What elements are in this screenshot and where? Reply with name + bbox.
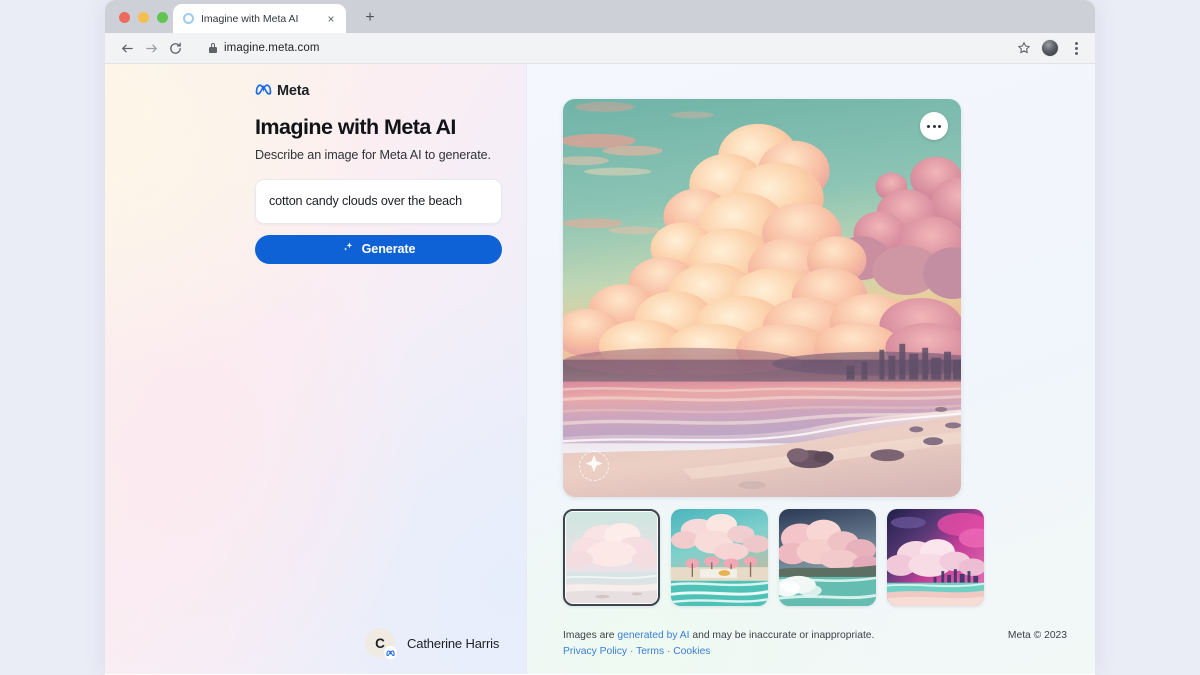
thumbnail-3-artwork bbox=[779, 509, 876, 606]
browser-tabstrip: Imagine with Meta AI × + bbox=[105, 0, 1095, 33]
footer-disclaimer: Images are generated by AI and may be in… bbox=[563, 628, 874, 660]
thumbnail-4-artwork bbox=[887, 509, 984, 606]
profile-avatar-icon[interactable] bbox=[1041, 39, 1059, 57]
page-footer: Images are generated by AI and may be in… bbox=[563, 628, 1067, 660]
thumbnail-2[interactable] bbox=[671, 509, 768, 606]
maximize-window-button[interactable] bbox=[157, 12, 168, 23]
page-content: Meta Imagine with Meta AI Describe an im… bbox=[105, 64, 1095, 674]
meta-brand: Meta bbox=[255, 82, 503, 100]
generated-by-ai-link[interactable]: generated by AI bbox=[617, 630, 689, 641]
sparkle-icon bbox=[342, 240, 355, 258]
terms-link[interactable]: Terms bbox=[636, 646, 664, 657]
copyright-text: Meta © 2023 bbox=[1007, 630, 1067, 642]
left-panel: Meta Imagine with Meta AI Describe an im… bbox=[105, 64, 595, 674]
meta-wordmark: Meta bbox=[277, 83, 310, 99]
close-window-button[interactable] bbox=[119, 12, 130, 23]
three-dot-menu-icon[interactable] bbox=[1069, 41, 1083, 55]
hero-image-menu-button[interactable] bbox=[920, 112, 948, 140]
thumbnail-1[interactable] bbox=[563, 509, 660, 606]
window-traffic-lights bbox=[119, 12, 168, 23]
disclaimer-post: and may be inaccurate or inappropriate. bbox=[689, 630, 875, 642]
avatar: C bbox=[365, 628, 397, 659]
page-title: Imagine with Meta AI bbox=[255, 115, 456, 139]
forward-arrow-icon[interactable] bbox=[139, 36, 163, 60]
variation-thumbnails bbox=[563, 509, 984, 606]
prompt-input[interactable]: cotton candy clouds over the beach bbox=[255, 178, 502, 224]
url-text: imagine.meta.com bbox=[224, 42, 320, 54]
right-panel: Images are generated by AI and may be in… bbox=[527, 64, 1095, 674]
left-panel-content: Meta Imagine with Meta AI Describe an im… bbox=[255, 82, 503, 264]
star-icon[interactable] bbox=[1017, 41, 1031, 55]
toolbar-actions bbox=[1017, 39, 1083, 57]
circle-favicon-icon bbox=[183, 13, 194, 24]
tab-title: Imagine with Meta AI bbox=[201, 12, 299, 25]
footer-links: Privacy Policy · Terms · Cookies bbox=[563, 644, 874, 660]
new-tab-button[interactable]: + bbox=[360, 8, 380, 28]
prompt-input-value: cotton candy clouds over the beach bbox=[269, 194, 463, 209]
footer-separator-1: · bbox=[627, 646, 637, 658]
cookies-link[interactable]: Cookies bbox=[673, 646, 710, 657]
footer-separator-2: · bbox=[664, 646, 674, 658]
thumbnail-3[interactable] bbox=[779, 509, 876, 606]
disclaimer-pre: Images are bbox=[563, 630, 618, 642]
thumbnail-2-artwork bbox=[671, 509, 768, 606]
meta-badge-icon bbox=[384, 646, 397, 659]
minimize-window-button[interactable] bbox=[138, 12, 149, 23]
generated-image-hero[interactable] bbox=[563, 99, 961, 497]
address-bar[interactable]: imagine.meta.com bbox=[197, 38, 1007, 59]
meta-infinity-logo-icon bbox=[255, 82, 272, 100]
imagined-with-ai-sparkle-icon bbox=[579, 451, 609, 481]
avatar-initial: C bbox=[375, 635, 385, 651]
browser-tab[interactable]: Imagine with Meta AI × bbox=[173, 4, 346, 33]
privacy-policy-link[interactable]: Privacy Policy bbox=[563, 646, 627, 657]
browser-window: Imagine with Meta AI × + imagine.meta.co bbox=[105, 0, 1095, 675]
reload-icon[interactable] bbox=[163, 36, 187, 60]
back-arrow-icon[interactable] bbox=[115, 36, 139, 60]
lock-icon bbox=[209, 43, 217, 53]
generate-button[interactable]: Generate bbox=[255, 234, 502, 264]
hero-artwork bbox=[563, 99, 961, 497]
thumbnail-4[interactable] bbox=[887, 509, 984, 606]
footer-disclaimer-line: Images are generated by AI and may be in… bbox=[563, 628, 874, 644]
close-icon[interactable]: × bbox=[324, 12, 338, 26]
browser-toolbar: imagine.meta.com bbox=[105, 33, 1095, 64]
generate-button-label: Generate bbox=[361, 242, 416, 257]
page-subtitle: Describe an image for Meta AI to generat… bbox=[255, 147, 491, 162]
thumbnail-1-artwork bbox=[566, 512, 657, 603]
